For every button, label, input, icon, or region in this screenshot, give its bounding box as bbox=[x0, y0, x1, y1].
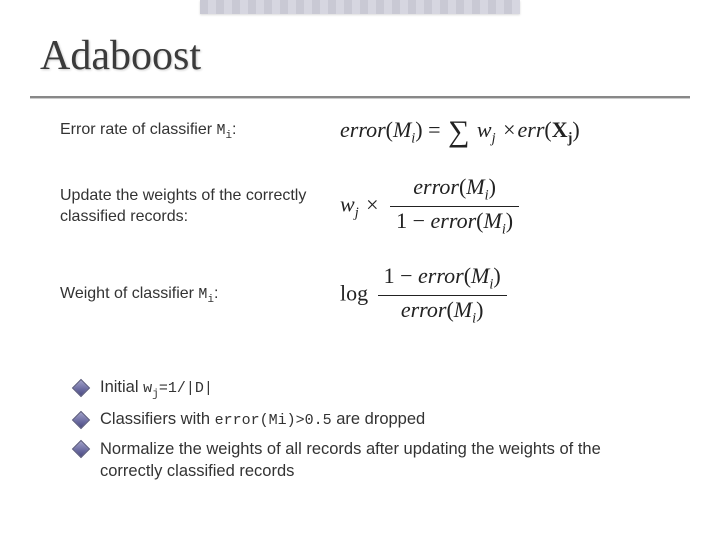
num-error: error bbox=[418, 263, 464, 288]
bullet-1: Initial wj=1/|D| bbox=[75, 376, 665, 402]
bullet-list: Initial wj=1/|D| Classifiers with error(… bbox=[75, 376, 665, 488]
f-j: j bbox=[492, 130, 496, 146]
slide-title: Adaboost bbox=[40, 32, 201, 80]
f-w: w bbox=[477, 117, 492, 142]
fraction: error(Mi) 1 − error(Mi) bbox=[390, 175, 519, 238]
num-M: M bbox=[466, 174, 484, 199]
den-M: M bbox=[454, 297, 472, 322]
header-stripe bbox=[200, 0, 520, 14]
code-M: M bbox=[216, 122, 225, 139]
row-error-rate: Error rate of classifier Mi: error(Mi) =… bbox=[60, 115, 690, 149]
t-w: w bbox=[143, 380, 152, 397]
diamond-icon bbox=[75, 444, 86, 455]
den-error: error bbox=[401, 297, 447, 322]
text: Error rate of classifier bbox=[60, 121, 216, 138]
formula-section: Error rate of classifier Mi: error(Mi) =… bbox=[60, 115, 690, 353]
text: Weight of classifier bbox=[60, 285, 198, 302]
t-pre: Classifiers with bbox=[100, 410, 215, 428]
diamond-icon bbox=[75, 414, 86, 425]
f-j: j bbox=[355, 205, 359, 221]
bullet-3: Normalize the weights of all records aft… bbox=[75, 438, 665, 483]
diamond-icon bbox=[75, 382, 86, 393]
formula-update-weights: wj × error(Mi) 1 − error(Mi) bbox=[340, 175, 690, 238]
f-err: err bbox=[518, 117, 545, 142]
den-M: M bbox=[483, 208, 501, 233]
num-M: M bbox=[471, 263, 489, 288]
t-j: j bbox=[152, 388, 159, 400]
label-update-weights: Update the weights of the correctly clas… bbox=[60, 186, 340, 228]
bullet-2-text: Classifiers with error(Mi)>0.5 are dropp… bbox=[100, 408, 665, 431]
sigma-icon: ∑ bbox=[448, 115, 469, 149]
num-one: 1 bbox=[384, 263, 395, 288]
t-pre: Initial bbox=[100, 378, 143, 396]
f-error: error bbox=[340, 117, 386, 142]
t-code: error(Mi)>0.5 bbox=[215, 412, 332, 429]
den-one: 1 bbox=[396, 208, 407, 233]
label-error-rate: Error rate of classifier Mi: bbox=[60, 120, 340, 143]
row-classifier-weight: Weight of classifier Mi: log 1 − error(M… bbox=[60, 264, 690, 327]
fraction: 1 − error(Mi) error(Mi) bbox=[378, 264, 507, 327]
formula-classifier-weight: log 1 − error(Mi) error(Mi) bbox=[340, 264, 690, 327]
den-error: error bbox=[431, 208, 477, 233]
label-classifier-weight: Weight of classifier Mi: bbox=[60, 284, 340, 307]
num-error: error bbox=[413, 174, 459, 199]
t-post: are dropped bbox=[332, 410, 426, 428]
bullet-1-text: Initial wj=1/|D| bbox=[100, 376, 665, 402]
colon: : bbox=[214, 285, 218, 302]
bullet-3-text: Normalize the weights of all records aft… bbox=[100, 438, 665, 483]
f-M: M bbox=[393, 117, 411, 142]
f-X: X bbox=[552, 117, 568, 142]
colon: : bbox=[232, 121, 236, 138]
t-eq: =1/|D| bbox=[159, 380, 213, 397]
bullet-2: Classifiers with error(Mi)>0.5 are dropp… bbox=[75, 408, 665, 431]
f-log: log bbox=[340, 281, 368, 306]
title-underline bbox=[30, 96, 690, 98]
row-update-weights: Update the weights of the correctly clas… bbox=[60, 175, 690, 238]
f-w: w bbox=[340, 192, 355, 217]
formula-error-rate: error(Mi) = ∑ wj ×err(Xj) bbox=[340, 115, 690, 149]
